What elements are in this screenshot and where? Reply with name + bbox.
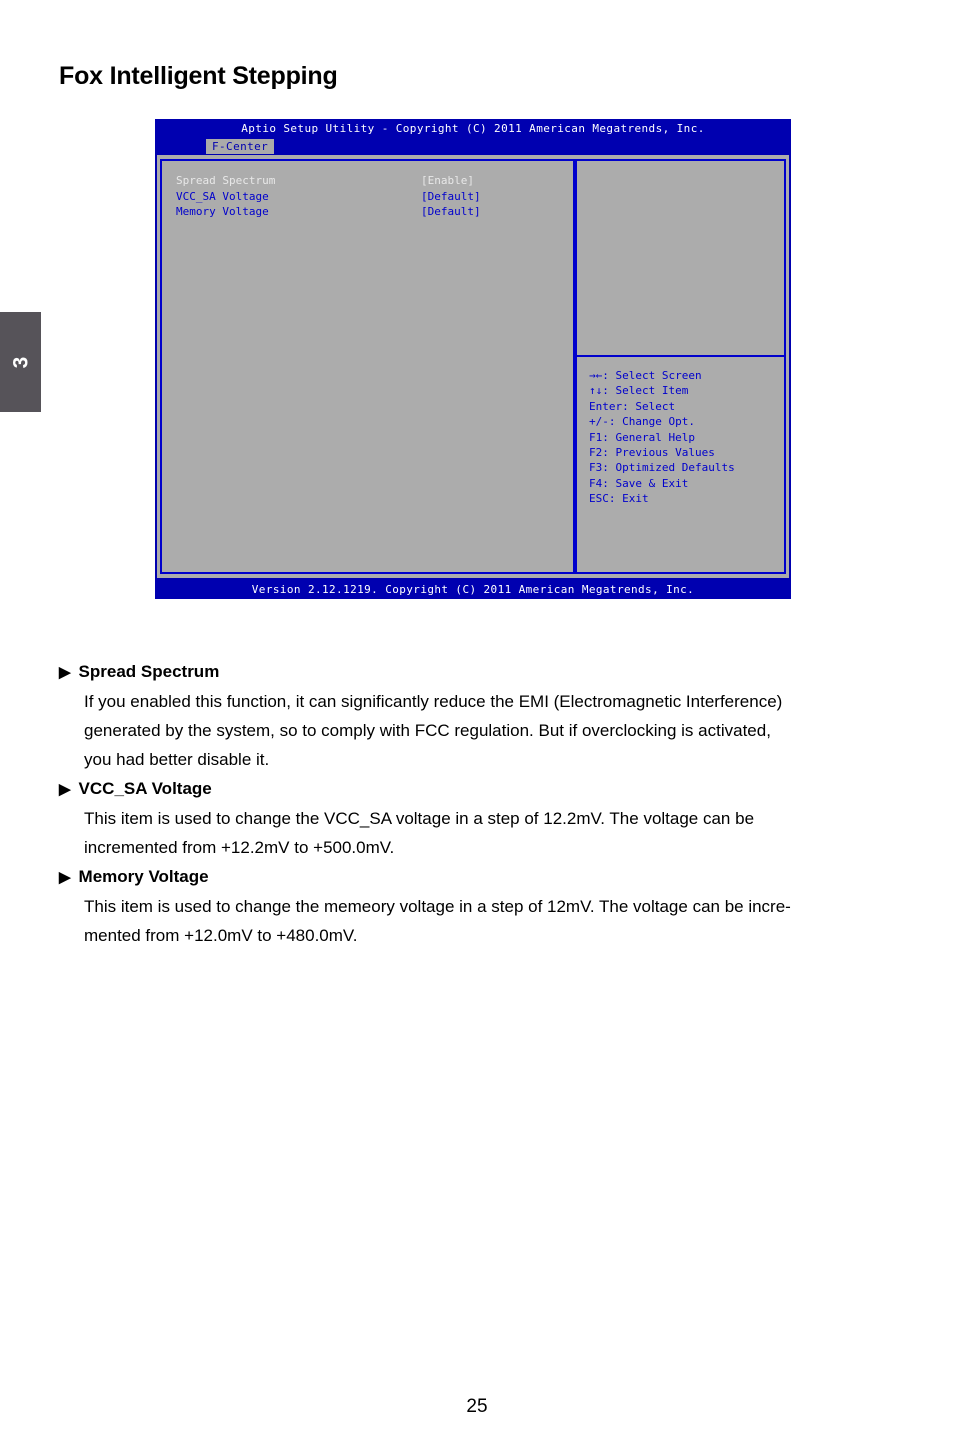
chapter-tab-number: 3 bbox=[9, 356, 32, 368]
option-body-line: you had better disable it. bbox=[84, 750, 270, 769]
bios-titlebar: Aptio Setup Utility - Copyright (C) 2011… bbox=[241, 122, 705, 135]
option-body-line: incremented from +12.2mV to +500.0mV. bbox=[84, 838, 395, 857]
bios-body: Spread Spectrum [Enable] VCC_SA Voltage … bbox=[157, 155, 789, 578]
page-title: Fox Intelligent Stepping bbox=[59, 62, 338, 90]
chapter-tab: 3 bbox=[0, 312, 41, 412]
bios-settings-panel: Spread Spectrum [Enable] VCC_SA Voltage … bbox=[160, 159, 573, 574]
option-title: Spread Spectrum bbox=[78, 662, 220, 681]
setting-label: Spread Spectrum bbox=[176, 174, 276, 187]
bios-help-keys: →←: Select Screen ↑↓: Select Item Enter:… bbox=[577, 357, 784, 572]
setting-label: VCC_SA Voltage bbox=[176, 189, 269, 203]
setting-value[interactable]: [Enable] bbox=[421, 173, 474, 189]
option-heading-vcc-sa-voltage: ▶ VCC_SA Voltage bbox=[59, 774, 904, 804]
option-heading-spread-spectrum: ▶ Spread Spectrum bbox=[59, 657, 904, 687]
option-body-line: This item is used to change the VCC_SA v… bbox=[84, 809, 755, 828]
triangle-bullet-icon: ▶ bbox=[59, 781, 71, 798]
help-key-f3-optimized-defaults: F3: Optimized Defaults bbox=[589, 461, 735, 475]
bios-version-footer: Version 2.12.1219. Copyright (C) 2011 Am… bbox=[155, 580, 791, 599]
bios-tabbar: F-Center bbox=[155, 139, 791, 154]
triangle-bullet-icon: ▶ bbox=[59, 664, 71, 681]
option-title: VCC_SA Voltage bbox=[78, 779, 212, 798]
triangle-bullet-icon: ▶ bbox=[59, 869, 71, 886]
setting-value[interactable]: [Default] bbox=[421, 189, 481, 205]
help-key-select-screen: →←: Select Screen bbox=[589, 369, 702, 382]
bios-tab-f-center[interactable]: F-Center bbox=[206, 139, 275, 154]
help-key-f2-previous-values: F2: Previous Values bbox=[589, 446, 715, 460]
help-key-f1-general-help: F1: General Help bbox=[589, 430, 695, 444]
option-body-line: generated by the system, so to comply wi… bbox=[84, 721, 771, 740]
help-key-esc-exit: ESC: Exit bbox=[589, 492, 649, 506]
setting-row[interactable]: Memory Voltage [Default] bbox=[176, 204, 573, 220]
option-heading-memory-voltage: ▶ Memory Voltage bbox=[59, 862, 904, 892]
setting-value[interactable]: [Default] bbox=[421, 204, 481, 220]
option-title: Memory Voltage bbox=[78, 867, 209, 886]
help-key-enter-select: Enter: Select bbox=[589, 399, 676, 413]
setting-label: Memory Voltage bbox=[176, 205, 269, 218]
option-body-line: This item is used to change the memeory … bbox=[84, 897, 791, 916]
help-key-f4-save-exit: F4: Save & Exit bbox=[589, 476, 689, 490]
option-body-line: mented from +12.0mV to +480.0mV. bbox=[84, 926, 358, 945]
help-key-select-item: ↑↓: Select Item bbox=[589, 384, 689, 398]
setting-row[interactable]: Spread Spectrum [Enable] bbox=[176, 173, 573, 189]
bios-help-description-area bbox=[577, 161, 784, 357]
option-descriptions: ▶ Spread Spectrum If you enabled this fun… bbox=[59, 657, 904, 950]
option-body-line: If you enabled this function, it can sig… bbox=[84, 692, 783, 711]
option-body-vcc-sa-voltage: This item is used to change the VCC_SA v… bbox=[59, 804, 904, 862]
help-key-change-opt: +/-: Change Opt. bbox=[589, 415, 695, 429]
setting-row[interactable]: VCC_SA Voltage [Default] bbox=[176, 189, 573, 205]
bios-help-panel: →←: Select Screen ↑↓: Select Item Enter:… bbox=[575, 159, 786, 574]
bios-screenshot: Aptio Setup Utility - Copyright (C) 2011… bbox=[155, 119, 791, 599]
option-body-spread-spectrum: If you enabled this function, it can sig… bbox=[59, 687, 904, 774]
option-body-memory-voltage: This item is used to change the memeory … bbox=[59, 892, 904, 950]
page-number: 25 bbox=[466, 1396, 488, 1417]
